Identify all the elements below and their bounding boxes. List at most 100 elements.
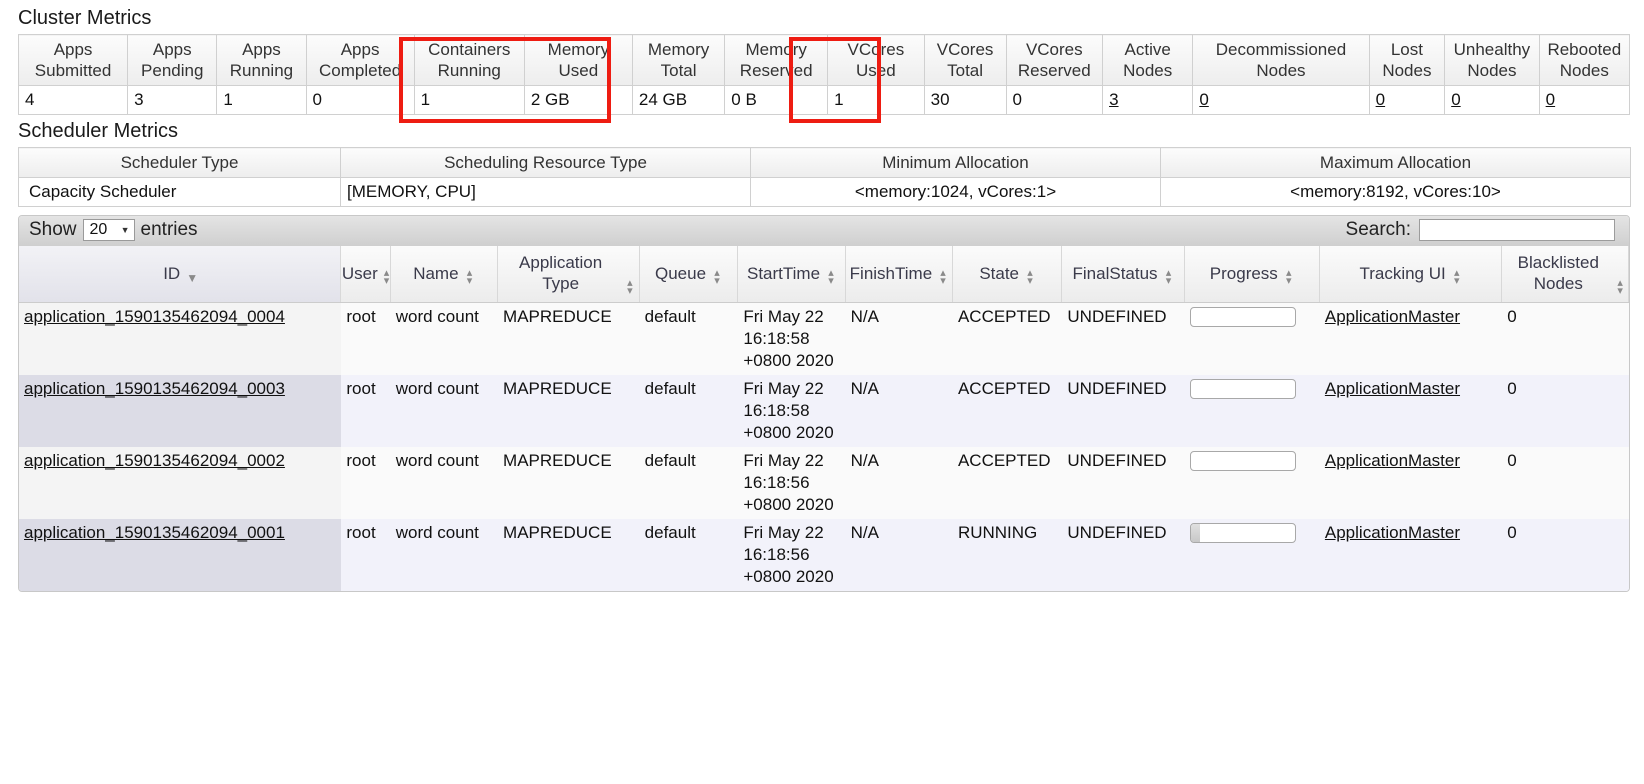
cluster-metric-value: 3 — [128, 86, 217, 115]
application-id-link[interactable]: application_1590135462094_0002 — [24, 451, 285, 470]
application-master-link[interactable]: ApplicationMaster — [1325, 523, 1460, 542]
cluster-metric-value: 0 B — [725, 86, 828, 115]
sort-both-icon[interactable]: ▴▾ — [712, 268, 722, 284]
sort-both-icon[interactable]: ▴▾ — [1025, 268, 1035, 284]
sort-both-icon[interactable]: ▴▾ — [938, 268, 948, 284]
show-label: Show — [29, 219, 77, 241]
column-header-blacklisted-nodes[interactable]: Blacklisted Nodes▴▾ — [1502, 246, 1629, 303]
column-header-name[interactable]: Name ▴▾ — [390, 246, 497, 303]
application-id-link[interactable]: application_1590135462094_0001 — [24, 523, 285, 542]
application-id-cell[interactable]: application_1590135462094_0002 — [19, 447, 341, 519]
sort-both-icon[interactable]: ▴▾ — [1452, 268, 1462, 284]
sort-both-icon[interactable]: ▴▾ — [1284, 268, 1294, 284]
application-id-cell[interactable]: application_1590135462094_0003 — [19, 375, 341, 447]
tracking-ui-cell[interactable]: ApplicationMaster — [1319, 519, 1501, 591]
user-cell: root — [341, 447, 390, 519]
column-header-finishtime[interactable]: FinishTime ▴▾ — [845, 246, 952, 303]
name-cell: word count — [390, 519, 497, 591]
column-header-id[interactable]: ID ▼ — [19, 246, 341, 303]
cluster-metric-header: Lost Nodes — [1369, 35, 1445, 86]
application-id-link[interactable]: application_1590135462094_0003 — [24, 379, 285, 398]
applications-body: application_1590135462094_0004rootword c… — [19, 303, 1629, 592]
cluster-metric-link[interactable]: 0 — [1546, 90, 1555, 109]
table-row: application_1590135462094_0001 rootword c… — [19, 519, 1629, 591]
datatable-toolbar: Show 20 ▼ entries Search: — [19, 216, 1629, 246]
progress-cell — [1184, 447, 1319, 519]
sort-desc-icon[interactable]: ▼ — [186, 273, 196, 284]
application-master-link[interactable]: ApplicationMaster — [1325, 379, 1460, 398]
application-id-cell[interactable]: application_1590135462094_0001 — [19, 519, 341, 591]
sort-both-icon[interactable]: ▴▾ — [384, 268, 390, 284]
application-master-link[interactable]: ApplicationMaster — [1325, 307, 1460, 326]
search-label: Search: — [1346, 219, 1411, 241]
start-time-cell: Fri May 22 16:18:56 +0800 2020 — [738, 519, 845, 591]
tracking-ui-cell[interactable]: ApplicationMaster — [1319, 303, 1501, 376]
sort-both-icon[interactable]: ▴▾ — [1164, 268, 1174, 284]
yarn-resourcemanager-page: Cluster Metrics Apps SubmittedApps Pendi… — [0, 0, 1644, 784]
cluster-metrics-table: Apps SubmittedApps PendingApps RunningAp… — [18, 34, 1630, 115]
column-header-user[interactable]: User▴▾ — [341, 246, 390, 303]
cluster-metric-value[interactable]: 0 — [1445, 86, 1539, 115]
application-id-link[interactable]: application_1590135462094_0004 — [24, 307, 285, 326]
column-header-application-type[interactable]: Application Type▴▾ — [498, 246, 640, 303]
final-status-cell: UNDEFINED — [1062, 303, 1184, 376]
sort-both-icon[interactable]: ▴▾ — [625, 278, 634, 294]
search-control: Search: — [1346, 219, 1619, 241]
progress-bar — [1190, 523, 1296, 543]
cluster-metric-header: VCores Reserved — [1006, 35, 1103, 86]
application-id-cell[interactable]: application_1590135462094_0004 — [19, 303, 341, 376]
cluster-metric-value[interactable]: 3 — [1103, 86, 1193, 115]
name-cell: word count — [390, 447, 497, 519]
column-header-finalstatus[interactable]: FinalStatus▴▾ — [1062, 246, 1184, 303]
sort-both-icon[interactable]: ▴▾ — [465, 268, 475, 284]
application-master-link[interactable]: ApplicationMaster — [1325, 451, 1460, 470]
state-cell: ACCEPTED — [952, 447, 1061, 519]
cluster-metric-value: 24 GB — [632, 86, 724, 115]
column-header-starttime[interactable]: StartTime▴▾ — [738, 246, 845, 303]
cluster-metric-header: Apps Completed — [306, 35, 414, 86]
application-type-cell: MAPREDUCE — [498, 303, 640, 376]
scheduler-metric-value: <memory:1024, vCores:1> — [751, 178, 1161, 207]
tracking-ui-cell[interactable]: ApplicationMaster — [1319, 375, 1501, 447]
cluster-metric-header: Active Nodes — [1103, 35, 1193, 86]
cluster-metric-value: 2 GB — [524, 86, 632, 115]
cluster-metric-header: Decommissioned Nodes — [1193, 35, 1369, 86]
column-header-label: Tracking UI — [1359, 263, 1445, 284]
cluster-metric-header: Containers Running — [414, 35, 524, 86]
column-header-label: Name — [413, 263, 458, 284]
scheduler-metric-header: Scheduling Resource Type — [341, 148, 751, 178]
column-header-label: ID — [163, 263, 180, 284]
cluster-metric-link[interactable]: 0 — [1199, 90, 1208, 109]
cluster-metric-link[interactable]: 0 — [1451, 90, 1460, 109]
user-cell: root — [341, 303, 390, 376]
column-header-tracking-ui[interactable]: Tracking UI ▴▾ — [1319, 246, 1501, 303]
cluster-metric-value: 0 — [306, 86, 414, 115]
progress-cell — [1184, 375, 1319, 447]
chevron-down-icon: ▼ — [121, 226, 130, 235]
sort-both-icon[interactable]: ▴▾ — [1616, 278, 1624, 294]
progress-bar — [1190, 379, 1296, 399]
table-row: application_1590135462094_0004rootword c… — [19, 303, 1629, 376]
cluster-metric-value[interactable]: 0 — [1539, 86, 1629, 115]
cluster-metric-value[interactable]: 0 — [1193, 86, 1369, 115]
final-status-cell: UNDEFINED — [1062, 447, 1184, 519]
table-row: application_1590135462094_0002 rootword c… — [19, 447, 1629, 519]
column-header-state[interactable]: State▴▾ — [952, 246, 1061, 303]
finish-time-cell: N/A — [845, 375, 952, 447]
cluster-metric-value[interactable]: 0 — [1369, 86, 1445, 115]
cluster-metric-link[interactable]: 0 — [1376, 90, 1385, 109]
sort-both-icon[interactable]: ▴▾ — [826, 268, 836, 284]
cluster-metric-link[interactable]: 3 — [1109, 90, 1118, 109]
column-header-queue[interactable]: Queue▴▾ — [639, 246, 738, 303]
tracking-ui-cell[interactable]: ApplicationMaster — [1319, 447, 1501, 519]
page-length-select[interactable]: 20 ▼ — [83, 219, 135, 241]
cluster-metric-value: 1 — [217, 86, 306, 115]
cluster-metric-header: Memory Used — [524, 35, 632, 86]
column-header-progress[interactable]: Progress▴▾ — [1184, 246, 1319, 303]
cluster-metrics-title: Cluster Metrics — [0, 0, 1644, 34]
state-cell: ACCEPTED — [952, 375, 1061, 447]
search-input[interactable] — [1419, 219, 1615, 241]
column-header-label: FinishTime — [850, 263, 933, 284]
user-cell: root — [341, 519, 390, 591]
scheduler-metric-value: [MEMORY, CPU] — [341, 178, 751, 207]
